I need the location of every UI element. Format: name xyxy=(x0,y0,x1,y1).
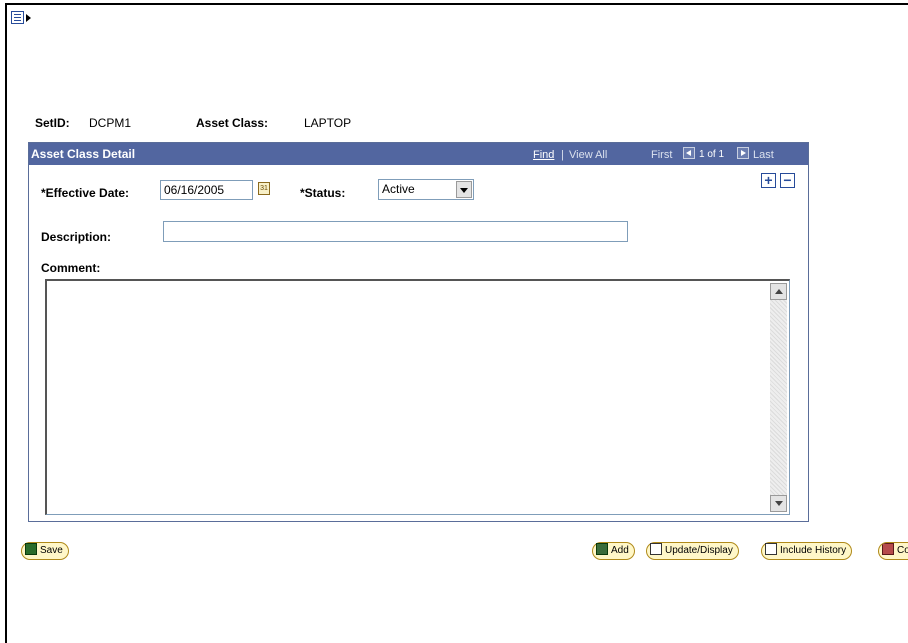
update-display-button[interactable]: Update/Display xyxy=(646,542,739,560)
asset-class-detail-grid: Asset Class Detail Find | View All First… xyxy=(28,142,809,522)
scroll-up-icon[interactable] xyxy=(770,283,787,300)
correct-history-icon xyxy=(882,543,894,556)
delete-row-button[interactable]: − xyxy=(780,173,795,188)
update-display-icon xyxy=(650,543,662,556)
setid-label: SetID: xyxy=(35,116,70,130)
first-label: First xyxy=(651,149,673,161)
menu-arrow-icon[interactable] xyxy=(26,14,31,22)
effective-date-input[interactable]: 06/16/2005 xyxy=(160,180,253,200)
add-row-button[interactable]: + xyxy=(761,173,776,188)
description-input[interactable] xyxy=(163,221,628,242)
setid-value: DCPM1 xyxy=(89,116,132,130)
chevron-down-icon[interactable] xyxy=(456,181,472,198)
scroll-down-icon[interactable] xyxy=(770,495,787,512)
previous-row-icon[interactable] xyxy=(683,147,695,159)
row-count: 1 of 1 xyxy=(699,149,725,160)
last-label: Last xyxy=(753,149,774,161)
asset-class-value: LAPTOP xyxy=(304,116,352,130)
include-history-icon xyxy=(765,543,777,556)
next-row-icon[interactable] xyxy=(737,147,749,159)
include-history-button[interactable]: Include History xyxy=(761,542,853,560)
status-select[interactable]: Active xyxy=(378,179,474,200)
description-label: Description: xyxy=(41,230,112,244)
status-value: Active xyxy=(382,182,415,196)
add-icon xyxy=(596,543,608,556)
asset-class-label: Asset Class: xyxy=(196,116,269,130)
grid-header: Asset Class Detail Find | View All First… xyxy=(29,143,808,165)
view-all-link[interactable]: View All xyxy=(569,149,607,161)
comment-label: Comment: xyxy=(41,261,101,275)
save-button[interactable]: Save xyxy=(21,542,69,560)
find-link[interactable]: Find xyxy=(533,149,554,161)
calendar-icon[interactable]: 31 xyxy=(258,182,270,195)
effective-date-label: *Effective Date: xyxy=(41,186,130,200)
status-label: *Status: xyxy=(300,186,346,200)
comment-textarea[interactable] xyxy=(45,279,790,515)
nav-separator: | xyxy=(561,149,564,161)
correct-history-button[interactable]: Correct History xyxy=(878,542,908,560)
grid-title: Asset Class Detail xyxy=(31,147,136,161)
add-button[interactable]: Add xyxy=(592,542,635,560)
save-icon xyxy=(25,543,37,556)
page-menu-icon[interactable] xyxy=(11,11,24,24)
comment-scrollbar[interactable] xyxy=(770,283,787,512)
